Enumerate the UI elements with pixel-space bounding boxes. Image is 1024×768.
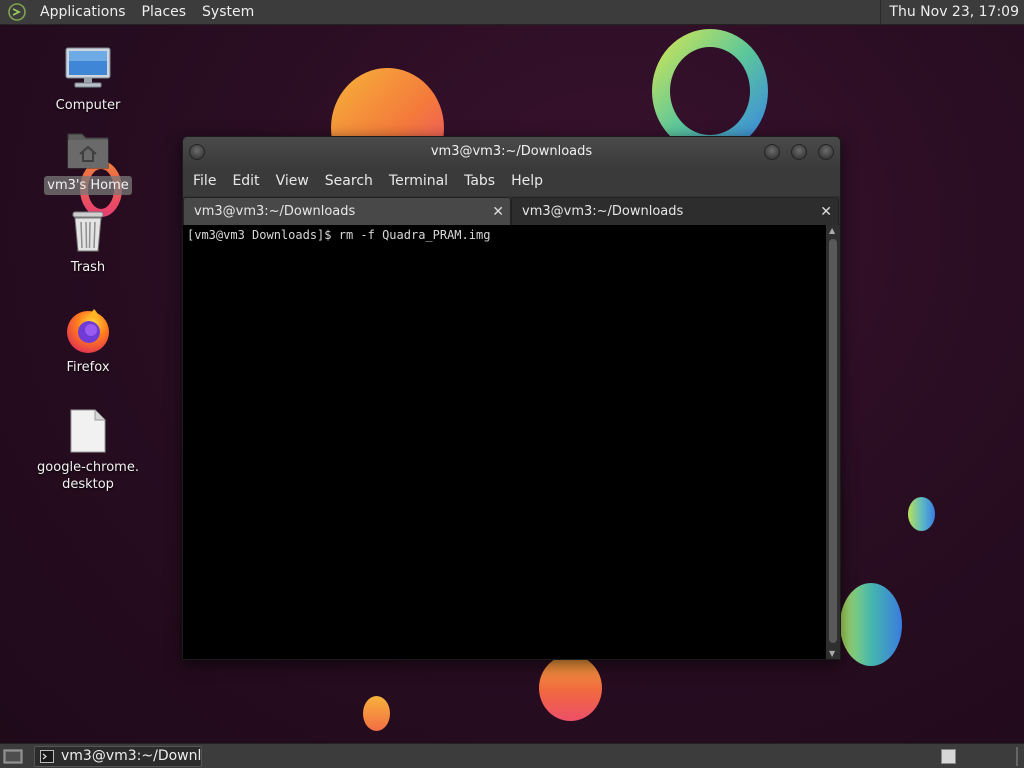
computer-icon [65, 47, 111, 88]
tab-label: vm3@vm3:~/Downloads [194, 204, 356, 219]
desktop-icon-chrome-desktop[interactable]: google-chrome. desktop [28, 408, 148, 494]
desktop-icon-label: vm3's Home [44, 176, 132, 195]
workspace-switcher[interactable] [941, 749, 956, 764]
close-icon[interactable]: ✕ [492, 198, 504, 226]
trash-icon [72, 211, 104, 252]
desktop-icon-trash[interactable]: Trash [28, 208, 148, 277]
decor-blue-blob [908, 497, 935, 531]
menu-help[interactable]: Help [503, 167, 551, 196]
tab-2[interactable]: vm3@vm3:~/Downloads ✕ [511, 197, 839, 225]
window-titlebar[interactable]: vm3@vm3:~/Downloads [183, 137, 840, 167]
terminal-output[interactable]: [vm3@vm3 Downloads]$ rm -f Quadra_PRAM.i… [183, 225, 826, 659]
close-button[interactable] [818, 144, 834, 160]
terminal-window: vm3@vm3:~/Downloads File Edit View Searc… [182, 136, 841, 660]
desktop-icon-firefox[interactable]: Firefox [28, 306, 148, 377]
menu-places[interactable]: Places [134, 0, 195, 25]
tab-1[interactable]: vm3@vm3:~/Downloads ✕ [183, 197, 511, 225]
tab-bar: vm3@vm3:~/Downloads ✕ vm3@vm3:~/Download… [183, 196, 840, 225]
menu-file[interactable]: File [185, 167, 224, 196]
menu-terminal[interactable]: Terminal [381, 167, 456, 196]
taskbar-terminal-button[interactable]: vm3@vm3:~/Downl... [34, 746, 202, 767]
top-panel: Applications Places System Thu Nov 23, 1… [0, 0, 1024, 25]
menu-system[interactable]: System [194, 0, 262, 25]
desktop-icon-computer[interactable]: Computer [28, 46, 148, 115]
desktop-icon-label: Computer [55, 98, 121, 113]
panel-handle [1016, 747, 1018, 766]
menu-tabs[interactable]: Tabs [456, 167, 503, 196]
taskbar-label: vm3@vm3:~/Downl... [61, 748, 202, 764]
distro-logo-icon[interactable] [8, 3, 26, 21]
maximize-button[interactable] [791, 144, 807, 160]
desktop-icon-home[interactable]: vm3's Home [28, 128, 148, 195]
window-title: vm3@vm3:~/Downloads [430, 144, 593, 159]
clock[interactable]: Thu Nov 23, 17:09 [880, 0, 1024, 25]
menu-applications[interactable]: Applications [32, 0, 134, 25]
desktop-icon-label: google-chrome. desktop [37, 460, 139, 492]
menubar: File Edit View Search Terminal Tabs Help [183, 167, 840, 196]
scroll-down-icon[interactable]: ▼ [829, 649, 835, 658]
menu-edit[interactable]: Edit [224, 167, 267, 196]
terminal-icon [40, 750, 54, 763]
firefox-icon [67, 309, 109, 353]
scroll-up-icon[interactable]: ▲ [829, 226, 835, 235]
desktop-icon-label: Trash [70, 260, 106, 275]
bottom-panel: vm3@vm3:~/Downl... [0, 743, 1024, 768]
desktop-icon-label: Firefox [66, 360, 110, 375]
scrollbar-thumb[interactable] [829, 239, 837, 643]
minimize-button[interactable] [764, 144, 780, 160]
menu-search[interactable]: Search [317, 167, 381, 196]
window-menu-button[interactable] [189, 144, 205, 160]
decor-orange-blob-small [363, 696, 390, 731]
tab-label: vm3@vm3:~/Downloads [522, 204, 684, 219]
home-folder-icon [67, 133, 109, 169]
terminal-scrollbar[interactable]: ▲ ▼ [826, 225, 840, 659]
close-icon[interactable]: ✕ [820, 198, 832, 226]
decor-orange-blob-bottom [539, 655, 602, 721]
decor-blue-blob-large [840, 583, 902, 666]
decor-ring [652, 29, 768, 153]
file-icon [70, 409, 106, 453]
show-desktop-icon[interactable] [3, 748, 23, 765]
menu-view[interactable]: View [268, 167, 317, 196]
